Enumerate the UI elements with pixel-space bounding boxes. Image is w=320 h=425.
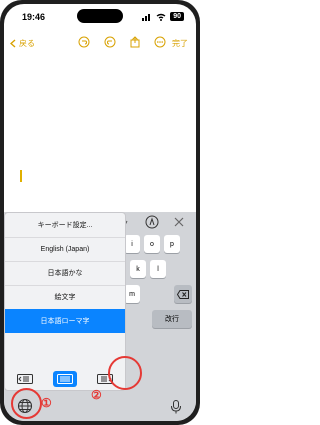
key-p[interactable]: p bbox=[164, 235, 180, 253]
microphone-button[interactable] bbox=[170, 400, 182, 414]
full-keyboard-icon bbox=[57, 373, 73, 384]
full-keyboard-button[interactable] bbox=[53, 370, 77, 387]
phone-frame: 19:46 90 戻る 完了 i o p k l m 改行 キーボード設定...… bbox=[0, 0, 200, 425]
redo-icon[interactable] bbox=[104, 36, 116, 48]
status-bar: 19:46 90 bbox=[4, 4, 196, 30]
share-icon[interactable] bbox=[129, 36, 141, 48]
status-icons: 90 bbox=[142, 12, 184, 21]
menu-item-japanese-kana[interactable]: 日本語かな bbox=[5, 261, 125, 286]
microphone-icon bbox=[171, 400, 181, 414]
keyboard-switch-menu: キーボード設定... English (Japan) 日本語かな 絵文字 日本語… bbox=[4, 212, 126, 391]
notes-toolbar: 戻る 完了 bbox=[4, 34, 196, 54]
annotation-one: ① bbox=[41, 396, 52, 410]
backspace-key[interactable] bbox=[174, 285, 192, 303]
key-i[interactable]: i bbox=[124, 235, 140, 253]
battery-indicator: 90 bbox=[170, 12, 184, 21]
text-cursor bbox=[20, 170, 22, 182]
menu-item-keyboard-settings[interactable]: キーボード設定... bbox=[5, 213, 125, 238]
keyboard-mode-row bbox=[5, 367, 125, 390]
enter-key[interactable]: 改行 bbox=[152, 310, 192, 328]
key-o[interactable]: o bbox=[144, 235, 160, 253]
undo-icon[interactable] bbox=[78, 36, 90, 48]
left-keyboard-icon bbox=[17, 373, 33, 384]
wifi-icon bbox=[156, 13, 166, 21]
annotation-two: ② bbox=[91, 388, 102, 402]
back-button[interactable]: 戻る bbox=[10, 38, 35, 49]
chevron-left-icon bbox=[10, 39, 16, 48]
annotation-circle-globe bbox=[11, 388, 42, 419]
key-k[interactable]: k bbox=[130, 260, 146, 278]
markup-icon[interactable] bbox=[145, 215, 159, 229]
screen: 19:46 90 戻る 完了 i o p k l m 改行 キーボード設定...… bbox=[4, 4, 196, 421]
more-icon[interactable] bbox=[154, 36, 166, 48]
menu-item-english-japan[interactable]: English (Japan) bbox=[5, 237, 125, 262]
signal-icon bbox=[142, 13, 151, 21]
close-icon[interactable] bbox=[174, 217, 184, 227]
backspace-icon bbox=[177, 289, 189, 299]
left-keyboard-button[interactable] bbox=[13, 371, 37, 387]
menu-item-japanese-romaji[interactable]: 日本語ローマ字 bbox=[5, 309, 125, 333]
annotation-circle-right-keyboard bbox=[108, 356, 142, 390]
key-l[interactable]: l bbox=[150, 260, 166, 278]
back-label: 戻る bbox=[19, 39, 35, 48]
key-m[interactable]: m bbox=[124, 285, 140, 303]
status-time: 19:46 bbox=[22, 12, 46, 22]
dynamic-island bbox=[77, 9, 123, 23]
menu-item-emoji[interactable]: 絵文字 bbox=[5, 285, 125, 310]
done-button[interactable]: 完了 bbox=[172, 38, 188, 49]
